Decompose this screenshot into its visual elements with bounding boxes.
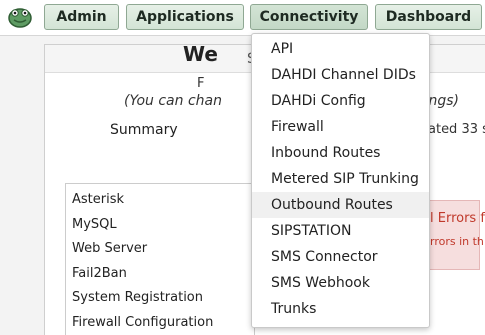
menu-item-inbound-routes[interactable]: Inbound Routes xyxy=(252,140,429,166)
connectivity-dropdown-menu: API DAHDI Channel DIDs DAHDi Config Fire… xyxy=(251,33,430,328)
summary-item-system-registration: System Registration xyxy=(72,290,204,305)
menu-item-metered-sip-trunking[interactable]: Metered SIP Trunking xyxy=(252,166,429,192)
menu-item-api[interactable]: API xyxy=(252,36,429,62)
menu-item-sipstation[interactable]: SIPSTATION xyxy=(252,218,429,244)
top-navbar: Admin Applications Connectivity Dashboar… xyxy=(0,0,485,36)
summary-item-web-server: Web Server xyxy=(72,241,148,256)
menu-item-outbound-routes[interactable]: Outbound Routes xyxy=(252,192,429,218)
menu-item-sms-webhook[interactable]: SMS Webhook xyxy=(252,270,429,296)
nav-applications-button[interactable]: Applications xyxy=(126,4,244,30)
nav-connectivity-button[interactable]: Connectivity xyxy=(250,4,368,30)
summary-item-firewall-configuration: Firewall Configuration xyxy=(72,315,214,330)
menu-item-dahdi-channel-dids[interactable]: DAHDI Channel DIDs xyxy=(252,62,429,88)
menu-item-trunks[interactable]: Trunks xyxy=(252,296,429,322)
nav-dashboard-button[interactable]: Dashboard xyxy=(375,4,482,30)
menu-item-firewall[interactable]: Firewall xyxy=(252,114,429,140)
summary-title: Summary xyxy=(110,122,178,138)
summary-item-fail2ban: Fail2Ban xyxy=(72,266,127,281)
nav-admin-button[interactable]: Admin xyxy=(44,4,119,30)
summary-item-mysql: MySQL xyxy=(72,217,117,232)
welcome-heading: We xyxy=(183,42,218,66)
settings-hint: (You can chan xyxy=(124,93,222,109)
updated-text: ated 33 se xyxy=(428,122,485,137)
error-alert-text: rrors in th xyxy=(430,235,484,248)
menu-item-sms-connector[interactable]: SMS Connector xyxy=(252,244,429,270)
summary-item-asterisk: Asterisk xyxy=(72,192,125,207)
frog-logo-icon[interactable] xyxy=(8,6,32,28)
summary-list: Asterisk MySQL Web Server Fail2Ban Syste… xyxy=(65,183,255,335)
error-alert-title: l Errors fo xyxy=(430,211,485,226)
info-line: F xyxy=(197,76,205,91)
menu-item-dahdi-config[interactable]: DAHDi Config xyxy=(252,88,429,114)
